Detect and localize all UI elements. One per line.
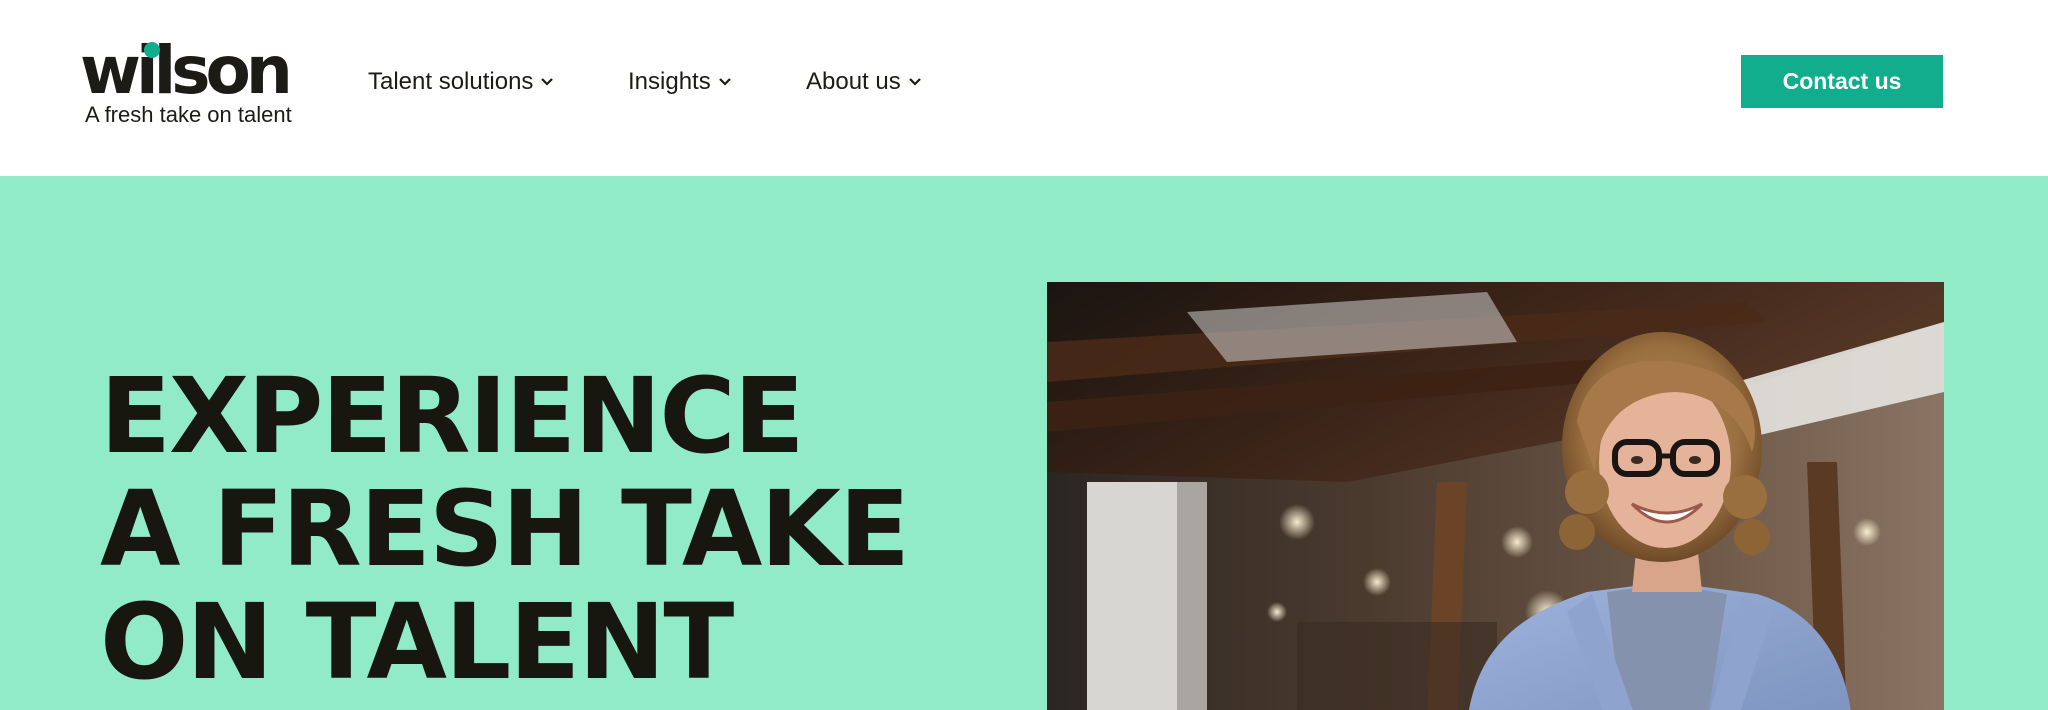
- chevron-down-icon: [907, 74, 923, 90]
- hero-headline-line: ON TALENT: [100, 581, 734, 703]
- nav-insights-label: Insights: [628, 68, 711, 95]
- nav-talent-solutions[interactable]: Talent solutions: [368, 62, 555, 102]
- logo-dot: [144, 42, 160, 58]
- logo-tagline: A fresh take on talent: [85, 102, 292, 127]
- nav-about-us-label: About us: [806, 68, 901, 95]
- hero-section: EXPERIENCE A FRESH TAKE ON TALENT: [0, 176, 2048, 710]
- wilson-logo[interactable]: wilson A fresh take on talent: [80, 38, 300, 130]
- nav-insights[interactable]: Insights: [628, 62, 733, 102]
- chevron-down-icon: [539, 74, 555, 90]
- logo-wordmark: wilson: [80, 32, 293, 109]
- contact-us-button[interactable]: Contact us: [1741, 55, 1943, 108]
- nav-about-us[interactable]: About us: [806, 62, 923, 102]
- chevron-down-icon: [717, 74, 733, 90]
- site-header: wilson A fresh take on talent Talent sol…: [0, 0, 2048, 176]
- nav-talent-solutions-label: Talent solutions: [368, 68, 534, 95]
- hero-headline-line: A FRESH TAKE: [100, 468, 910, 590]
- hero-photo: [1047, 282, 1944, 710]
- hero-headline-line: EXPERIENCE: [100, 355, 805, 477]
